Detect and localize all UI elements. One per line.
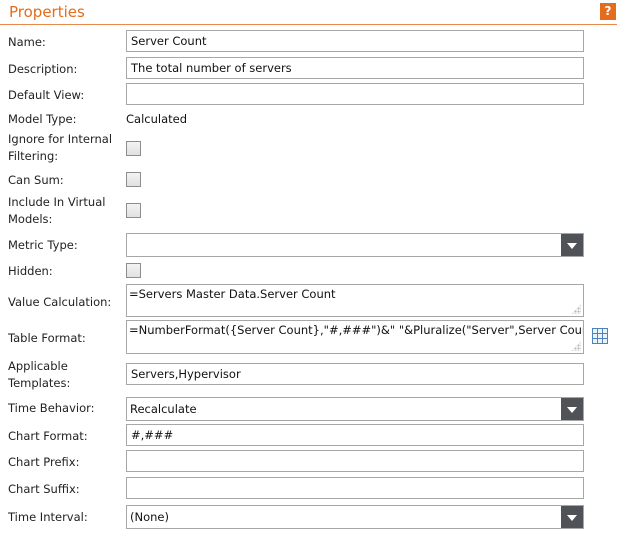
model-type-label: Model Type: — [8, 112, 77, 126]
chart-suffix-field[interactable] — [126, 477, 584, 499]
help-icon[interactable]: ? — [600, 3, 616, 20]
hidden-label: Hidden: — [8, 264, 53, 278]
time-interval-select[interactable]: (None) — [126, 505, 584, 529]
name-field[interactable]: Server Count — [126, 30, 584, 52]
resize-grip-icon[interactable] — [571, 304, 581, 314]
ignore-filtering-label: Ignore for Internal Filtering: — [8, 132, 113, 163]
can-sum-label: Can Sum: — [8, 173, 64, 187]
description-field[interactable]: The total number of servers — [126, 57, 584, 79]
value-calculation-text: =Servers Master Data.Server Count — [129, 287, 336, 301]
table-format-field[interactable]: =NumberFormat({Server Count},"#,###")&" … — [126, 320, 584, 354]
ignore-filtering-checkbox[interactable] — [126, 141, 141, 156]
chevron-down-icon[interactable] — [561, 398, 583, 420]
metric-type-select[interactable] — [126, 233, 584, 257]
chart-prefix-field[interactable] — [126, 450, 584, 472]
time-behavior-select[interactable]: Recalculate — [126, 397, 584, 421]
time-interval-value: (None) — [130, 510, 169, 524]
model-type-value: Calculated — [126, 112, 188, 126]
default-view-field[interactable] — [126, 83, 584, 105]
time-behavior-label: Time Behavior: — [8, 401, 95, 415]
chevron-down-icon[interactable] — [561, 234, 583, 256]
include-virtual-label: Include In Virtual Models: — [8, 195, 106, 226]
metric-type-label: Metric Type: — [8, 238, 78, 252]
chart-prefix-label: Chart Prefix: — [8, 455, 80, 469]
value-calculation-label: Value Calculation: — [8, 295, 112, 309]
chart-suffix-label: Chart Suffix: — [8, 482, 80, 496]
chart-format-field[interactable]: #,### — [126, 424, 584, 446]
time-behavior-value: Recalculate — [130, 402, 197, 416]
page-title: Properties — [9, 3, 85, 21]
default-view-label: Default View: — [8, 88, 85, 102]
value-calculation-field[interactable]: =Servers Master Data.Server Count — [126, 284, 584, 317]
time-interval-label: Time Interval: — [8, 510, 88, 524]
name-label: Name: — [8, 35, 46, 49]
chevron-down-icon[interactable] — [561, 506, 583, 528]
table-format-label: Table Format: — [8, 331, 86, 345]
include-virtual-checkbox[interactable] — [126, 203, 141, 218]
resize-grip-icon[interactable] — [571, 341, 581, 351]
hidden-checkbox[interactable] — [126, 263, 141, 278]
grid-icon[interactable] — [592, 328, 608, 344]
chart-format-label: Chart Format: — [8, 429, 88, 443]
can-sum-checkbox[interactable] — [126, 172, 141, 187]
applicable-templates-label: Applicable Templates: — [8, 359, 71, 390]
table-format-text: =NumberFormat({Server Count},"#,###")&" … — [129, 323, 584, 337]
properties-header: Properties ? — [0, 0, 617, 25]
description-label: Description: — [8, 62, 78, 76]
applicable-templates-field[interactable]: Servers,Hypervisor — [126, 363, 584, 385]
